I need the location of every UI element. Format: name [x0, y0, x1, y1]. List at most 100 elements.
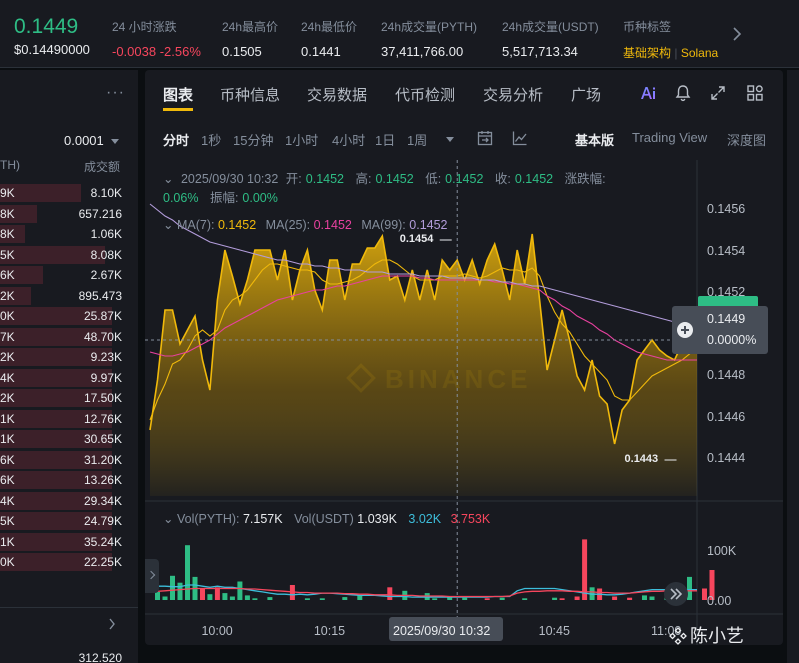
ma25-label: MA(25): — [265, 218, 311, 232]
volume-bar — [162, 596, 168, 600]
tab-trading-data[interactable]: 交易数据 — [307, 84, 367, 105]
open-value: 0.1452 — [305, 172, 344, 186]
interval-4h[interactable]: 4小时 — [332, 130, 365, 149]
tab-token-check[interactable]: 代币检测 — [395, 84, 455, 105]
ma7-label: MA(7): — [176, 218, 215, 232]
more-options-icon[interactable]: ··· — [106, 84, 125, 102]
expand-icon[interactable] — [708, 83, 728, 103]
high-annotation: 0.1454 — [399, 233, 434, 245]
interval-1s[interactable]: 1秒 — [201, 130, 221, 149]
view-tradingview[interactable]: Trading View — [632, 130, 707, 145]
ob-ask-row[interactable]: 5K 24.79K — [0, 511, 138, 531]
ob-amount: 1K — [0, 411, 15, 426]
stat-change-value: -0.0038 -2.56% — [112, 44, 201, 59]
interval-1h[interactable]: 1小时 — [285, 130, 318, 149]
ob-ask-row[interactable]: 0K 22.25K — [0, 552, 138, 572]
volume-bar — [267, 597, 273, 600]
ob-amount: 6K — [0, 452, 15, 467]
close-value: 0.1452 — [514, 172, 554, 186]
change-label: 涨跌幅: — [564, 172, 606, 186]
ob-ask-row[interactable]: 8K 657.216 — [0, 204, 138, 224]
ob-ask-row[interactable]: 2K 895.473 — [0, 286, 138, 306]
tab-square[interactable]: 广场 — [571, 84, 601, 105]
volume-tick-label: 100K — [707, 544, 737, 558]
ob-amount: 8K — [0, 206, 15, 221]
vol-collapse-icon[interactable]: ⌄ — [163, 512, 173, 526]
ob-ask-row[interactable]: 4K 29.34K — [0, 491, 138, 511]
volume-bar — [177, 582, 183, 600]
view-basic[interactable]: 基本版 — [575, 130, 614, 149]
double-chevron-right-icon — [670, 588, 683, 600]
interval-15m[interactable]: 15分钟 — [233, 130, 273, 149]
volume-tick-label: 0.00 — [707, 594, 732, 608]
ob-ask-row[interactable]: 1K 35.24K — [0, 532, 138, 552]
ob-ask-row[interactable]: 2K 17.50K — [0, 388, 138, 408]
interval-1w[interactable]: 1周 — [407, 130, 427, 149]
stat-high: 24h最高价 0.1505 — [222, 18, 278, 59]
view-depth[interactable]: 深度图 — [727, 130, 766, 149]
price-tick-label: 0.1456 — [707, 202, 746, 216]
ob-ask-row[interactable]: 6K 13.26K — [0, 470, 138, 490]
volume-bar — [462, 597, 468, 600]
ob-ask-row[interactable]: 4K 9.97K — [0, 368, 138, 388]
tab-coin-info[interactable]: 币种信息 — [220, 84, 280, 105]
plus-icon[interactable] — [677, 322, 693, 338]
close-label: 收: — [494, 172, 511, 186]
date-range-icon[interactable] — [476, 129, 494, 147]
ob-amount: 1K — [0, 534, 15, 549]
ob-amount: 1K — [0, 432, 15, 446]
ma-collapse-icon[interactable]: ⌄ — [163, 218, 173, 232]
ob-ask-row[interactable]: 2K 9.23K — [0, 347, 138, 367]
layout-grid-icon[interactable] — [745, 83, 765, 103]
usd-price: $0.14490000 — [14, 42, 90, 57]
legend-collapse-icon[interactable]: ⌄ — [163, 172, 173, 186]
interval-timeline[interactable]: 分时 — [163, 130, 189, 149]
ob-ask-row[interactable]: 8K 1.06K — [0, 224, 138, 244]
ob-ask-row[interactable]: 1K 30.65K — [0, 429, 138, 449]
ob-ask-row[interactable]: 7K 48.70K — [0, 327, 138, 347]
ob-ask-row[interactable]: 6K 31.20K — [0, 450, 138, 470]
expand-sidebar-button[interactable] — [145, 559, 159, 593]
bell-icon[interactable] — [673, 83, 693, 103]
volume-bar — [319, 598, 325, 600]
tab-chart[interactable]: 图表 — [163, 84, 193, 105]
time-tick-label: 10:45 — [538, 624, 570, 638]
scroll-to-latest-button[interactable] — [664, 582, 688, 606]
tag-solana[interactable]: Solana — [681, 46, 718, 60]
ob-amount: 4K — [0, 493, 15, 508]
right-panel-edge — [787, 70, 799, 663]
volume-bar — [627, 597, 633, 600]
crosshair-time: 2025/09/30 10:32 — [393, 624, 491, 638]
precision-select[interactable]: 0.0001 — [64, 133, 104, 148]
ma7-value: 0.1452 — [217, 218, 257, 232]
volume-bars — [149, 539, 715, 600]
indicators-icon[interactable] — [511, 129, 529, 147]
ob-amount: 2K — [0, 288, 15, 303]
chevron-down-icon[interactable] — [111, 139, 119, 144]
crosshair-price-tag[interactable]: 0.1449 0.0000% — [672, 306, 768, 354]
ob-ask-row[interactable]: 9K 8.10K — [0, 183, 138, 203]
tag-infrastructure[interactable]: 基础架构 — [623, 46, 671, 60]
volume-bar — [612, 596, 618, 600]
ob-amount: 2K — [0, 391, 15, 405]
vol-base-value: 7.157K — [242, 512, 283, 526]
interval-1d[interactable]: 1日 — [375, 130, 395, 149]
chart-toolbar: 分时 1秒 15分钟 1小时 4小时 1日 1周 基本版 Trading Vie… — [145, 124, 783, 152]
tab-trade-analysis[interactable]: 交易分析 — [483, 84, 543, 105]
ob-ask-row[interactable]: 0K 25.87K — [0, 306, 138, 326]
ob-ask-row[interactable]: 5K 8.08K — [0, 245, 138, 265]
ob-total: 17.50K — [83, 391, 122, 405]
ob-ask-row[interactable]: 6K 2.67K — [0, 265, 138, 285]
stat-change: 24 小时涨跌 -0.0038 -2.56% — [112, 18, 201, 59]
volume-bar — [200, 588, 205, 600]
ai-icon[interactable] — [638, 83, 658, 103]
ob-total: 2.67K — [90, 268, 122, 282]
active-tab-indicator — [163, 108, 193, 111]
ob-ask-row[interactable]: 1K 12.76K — [0, 409, 138, 429]
ob-total: 48.70K — [83, 329, 122, 344]
chevron-right-icon[interactable] — [731, 26, 743, 42]
interval-more-icon[interactable] — [446, 137, 454, 142]
price-chart[interactable]: BINANCE — [145, 160, 783, 645]
chevron-right-icon[interactable] — [108, 618, 116, 630]
stat-tags: 币种标签 基础架构 | Solana — [623, 18, 725, 61]
